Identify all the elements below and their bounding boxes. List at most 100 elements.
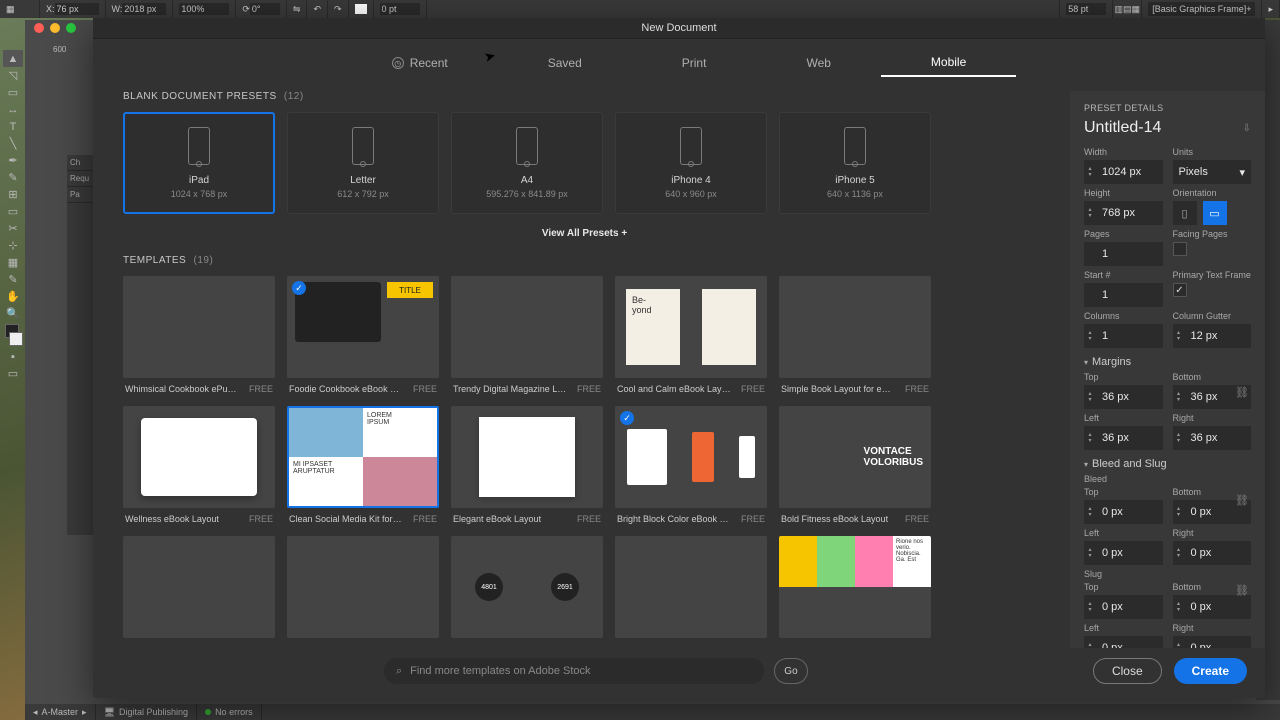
height-field[interactable]: ▴▾768 px: [1084, 201, 1163, 225]
bleed-left[interactable]: ▴▾0 px: [1084, 541, 1163, 565]
flip-h-icon[interactable]: ⇋: [287, 0, 308, 18]
bleed-top[interactable]: ▴▾0 px: [1084, 500, 1163, 524]
preset-letter[interactable]: Letter612 x 792 px: [287, 112, 439, 214]
close-button[interactable]: Close: [1093, 658, 1162, 684]
template-card[interactable]: Rione nos verio. Nobiscia. Ga. Est: [779, 536, 931, 644]
template-card[interactable]: Simple Book Layout for ePubFREE: [779, 276, 931, 394]
template-card[interactable]: Trendy Digital Magazine LayoutFREE: [451, 276, 603, 394]
rect-frame-tool[interactable]: ⊞: [3, 186, 23, 203]
start-page-field[interactable]: 1: [1084, 283, 1163, 307]
template-card[interactable]: Be-yondCool and Calm eBook LayoutFREE: [615, 276, 767, 394]
device-icon: [516, 127, 538, 165]
page-tool[interactable]: ▭: [3, 84, 23, 101]
template-card[interactable]: [123, 536, 275, 644]
document-name[interactable]: Untitled-14: [1084, 119, 1161, 137]
create-button[interactable]: Create: [1174, 658, 1247, 684]
w-input[interactable]: [122, 3, 166, 15]
downloaded-badge-icon: ✓: [620, 411, 634, 425]
save-preset-icon[interactable]: ⇩: [1243, 123, 1251, 134]
direct-select-tool[interactable]: ◹: [3, 67, 23, 84]
link-slug-icon[interactable]: ⛓: [1235, 584, 1249, 597]
scissors-tool[interactable]: ✂: [3, 220, 23, 237]
preset-details-panel: PRESET DETAILS Untitled-14 ⇩ Width▴▾1024…: [1070, 91, 1265, 648]
margin-top[interactable]: ▴▾36 px: [1084, 385, 1163, 409]
pencil-tool[interactable]: ✎: [3, 169, 23, 186]
slug-left[interactable]: ▴▾0 px: [1084, 636, 1163, 648]
template-card[interactable]: [615, 536, 767, 644]
template-card[interactable]: VONTACEVOLORIBUSBold Fitness eBook Layou…: [779, 406, 931, 524]
tab-print[interactable]: Print: [632, 49, 757, 77]
intent-profile[interactable]: 🖥 Digital Publishing: [96, 704, 197, 720]
type-tool[interactable]: T: [3, 118, 23, 135]
margins-toggle[interactable]: Margins: [1084, 356, 1251, 368]
orientation-landscape[interactable]: ▭: [1203, 201, 1227, 225]
margin-right[interactable]: ▴▾36 px: [1173, 426, 1252, 450]
gap-tool[interactable]: ↔: [3, 101, 23, 118]
margin-left[interactable]: ▴▾36 px: [1084, 426, 1163, 450]
selection-tool[interactable]: ▲: [3, 50, 23, 67]
rotate-input[interactable]: [250, 3, 280, 15]
undo-icon[interactable]: ↶: [307, 0, 328, 18]
grid-icon[interactable]: ▦: [0, 0, 40, 18]
zoom-input[interactable]: [179, 3, 229, 15]
x-input[interactable]: [55, 3, 99, 15]
tab-saved[interactable]: Saved: [498, 49, 632, 77]
template-card[interactable]: Whimsical Cookbook ePub LayoutFREE: [123, 276, 275, 394]
apply-color[interactable]: ▪: [3, 348, 23, 365]
template-card[interactable]: LOREMIPSUMMI IPSASETARUPTATURClean Socia…: [287, 406, 439, 524]
preset-iphone-4[interactable]: iPhone 4640 x 960 px: [615, 112, 767, 214]
line-tool[interactable]: ╲: [3, 135, 23, 152]
bleed-toggle[interactable]: Bleed and Slug: [1084, 458, 1251, 470]
rect-tool[interactable]: ▭: [3, 203, 23, 220]
tab-recent[interactable]: ◷Recent: [342, 49, 498, 77]
zoom-tool[interactable]: 🔍: [3, 305, 23, 322]
slug-right[interactable]: ▴▾0 px: [1173, 636, 1252, 648]
slug-bottom[interactable]: ▴▾0 px: [1173, 595, 1252, 619]
width-field[interactable]: ▴▾1024 px: [1084, 160, 1163, 184]
redo-icon[interactable]: ↷: [328, 0, 349, 18]
align-icons[interactable]: ▥▤▦: [1120, 2, 1134, 16]
object-style-dropdown[interactable]: [Basic Graphics Frame]+: [1148, 2, 1255, 16]
units-select[interactable]: Pixels▾: [1173, 160, 1252, 184]
window-traffic-lights[interactable]: [34, 23, 76, 33]
eyedropper-tool[interactable]: ✎: [3, 271, 23, 288]
collapsed-panels[interactable]: Ch Requ Pa: [67, 155, 93, 535]
orientation-portrait[interactable]: ▯: [1173, 201, 1197, 225]
hand-tool[interactable]: ✋: [3, 288, 23, 305]
tab-mobile[interactable]: Mobile: [881, 49, 1016, 77]
preflight-status[interactable]: No errors: [197, 704, 262, 720]
tab-web[interactable]: Web: [756, 49, 880, 77]
facing-pages-checkbox[interactable]: [1173, 242, 1187, 256]
transform-tool[interactable]: ⊹: [3, 237, 23, 254]
slug-top[interactable]: ▴▾0 px: [1084, 595, 1163, 619]
panel-toggle-icon[interactable]: ▸: [1262, 0, 1280, 18]
bleed-right[interactable]: ▴▾0 px: [1173, 541, 1252, 565]
search-icon: ⌕: [396, 665, 402, 678]
preset-ipad[interactable]: iPad1024 x 768 px: [123, 112, 275, 214]
stock-search[interactable]: ⌕Find more templates on Adobe Stock: [384, 658, 764, 684]
template-card[interactable]: 48012691: [451, 536, 603, 644]
presets-templates-scroll[interactable]: BLANK DOCUMENT PRESETS (12) iPad1024 x 7…: [93, 91, 1070, 648]
kern-input[interactable]: [1066, 3, 1106, 15]
screen-mode[interactable]: ▭: [3, 365, 23, 382]
page-nav[interactable]: ◂ A-Master ▸: [25, 704, 96, 720]
preset-a4[interactable]: A4595.276 x 841.89 px: [451, 112, 603, 214]
template-card[interactable]: ✓Foodie Cookbook eBook LayoutFREE: [287, 276, 439, 394]
preset-iphone-5[interactable]: iPhone 5640 x 1136 px: [779, 112, 931, 214]
primary-text-frame-checkbox[interactable]: ✓: [1173, 283, 1187, 297]
link-margins-icon[interactable]: ⛓: [1235, 386, 1249, 399]
columns-field[interactable]: ▴▾1: [1084, 324, 1163, 348]
template-card[interactable]: ✓Bright Block Color eBook LayoutFREE: [615, 406, 767, 524]
view-all-presets[interactable]: View All Presets +: [123, 220, 1046, 255]
template-card[interactable]: Wellness eBook LayoutFREE: [123, 406, 275, 524]
stroke-input[interactable]: [380, 3, 420, 15]
go-button[interactable]: Go: [774, 658, 808, 684]
pen-tool[interactable]: ✒: [3, 152, 23, 169]
gutter-field[interactable]: ▴▾12 px: [1173, 324, 1252, 348]
pages-field[interactable]: 1: [1084, 242, 1163, 266]
gradient-tool[interactable]: ▦: [3, 254, 23, 271]
template-card[interactable]: Elegant eBook LayoutFREE: [451, 406, 603, 524]
template-card[interactable]: [287, 536, 439, 644]
link-bleed-icon[interactable]: ⛓: [1235, 494, 1249, 507]
stroke-swatch[interactable]: [9, 332, 23, 346]
